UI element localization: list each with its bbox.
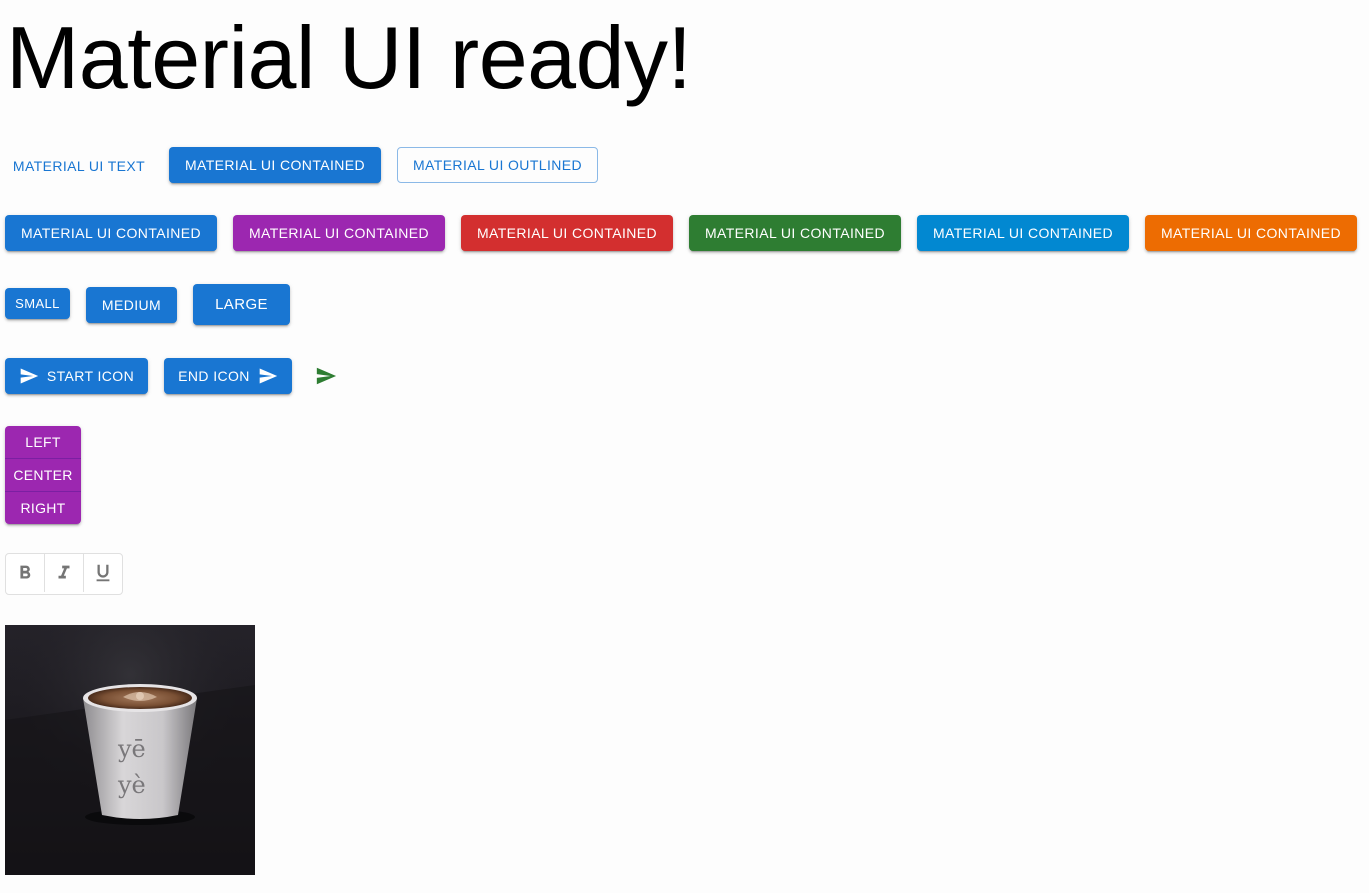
- center-button[interactable]: Center: [5, 459, 81, 492]
- format-toggle-group: [5, 553, 123, 595]
- bold-toggle[interactable]: [6, 554, 45, 592]
- large-button[interactable]: Large: [193, 284, 290, 325]
- send-icon: [19, 366, 39, 386]
- medium-button[interactable]: Medium: [86, 287, 177, 323]
- end-icon-button[interactable]: End Icon: [164, 358, 292, 394]
- send-icon-button[interactable]: [306, 356, 346, 396]
- format-underline-icon: [92, 562, 114, 584]
- underline-toggle[interactable]: [84, 554, 122, 592]
- end-icon-label: End Icon: [178, 368, 250, 384]
- text-button[interactable]: Material UI Text: [5, 148, 153, 184]
- svg-text:yē: yē: [117, 735, 146, 763]
- start-icon-button[interactable]: Start Icon: [5, 358, 148, 394]
- contained-button-primary[interactable]: Material UI Contained: [5, 215, 217, 251]
- page-title: Material UI ready!: [6, 8, 692, 107]
- contained-button-info[interactable]: Material UI Contained: [917, 215, 1129, 251]
- small-button[interactable]: Small: [5, 288, 70, 319]
- right-button[interactable]: Right: [5, 492, 81, 524]
- left-button[interactable]: Left: [5, 426, 81, 459]
- outlined-button[interactable]: Material UI Outlined: [397, 147, 598, 183]
- contained-button[interactable]: Material UI Contained: [169, 147, 381, 183]
- format-bold-icon: [14, 562, 36, 584]
- italic-toggle[interactable]: [45, 554, 84, 592]
- contained-button-error[interactable]: Material UI Contained: [461, 215, 673, 251]
- contained-button-secondary[interactable]: Material UI Contained: [233, 215, 445, 251]
- coffee-cup-image: yē yè: [5, 625, 255, 875]
- contained-button-success[interactable]: Material UI Contained: [689, 215, 901, 251]
- send-icon: [258, 366, 278, 386]
- vertical-button-group: Left Center Right: [5, 426, 81, 524]
- contained-button-warning[interactable]: Material UI Contained: [1145, 215, 1357, 251]
- svg-text:yè: yè: [117, 771, 146, 799]
- send-icon: [315, 365, 337, 387]
- format-italic-icon: [53, 562, 75, 584]
- start-icon-label: Start Icon: [46, 368, 135, 384]
